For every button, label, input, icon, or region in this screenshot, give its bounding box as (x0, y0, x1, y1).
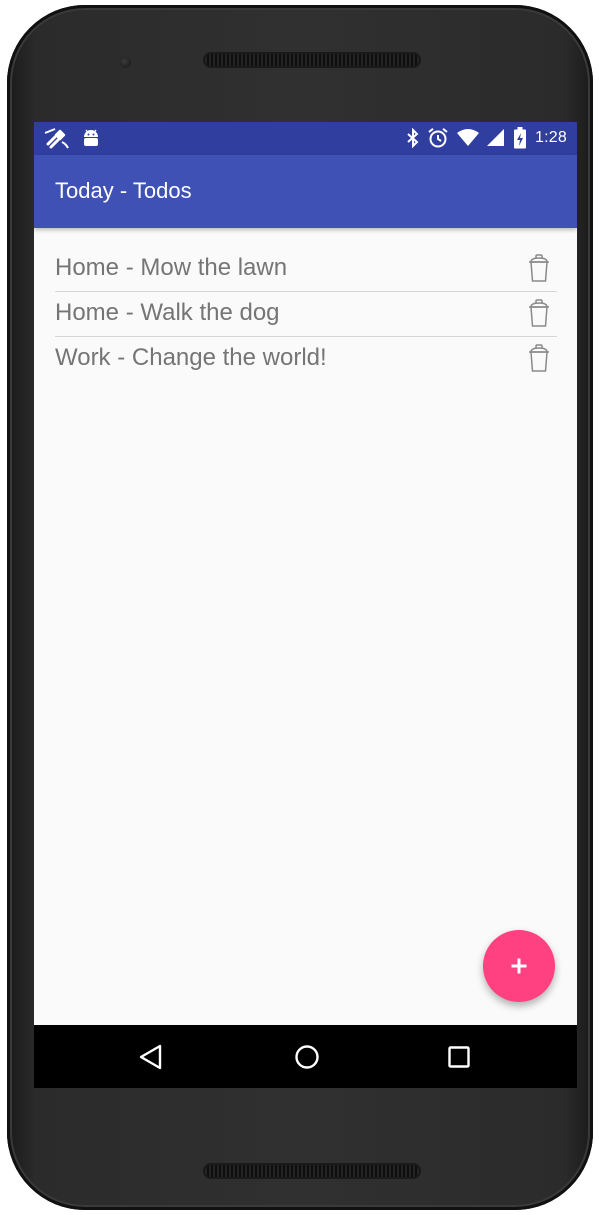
android-icon (84, 129, 98, 146)
todo-item-text: Home - Walk the dog (55, 299, 280, 326)
top-speaker-grille (203, 52, 421, 68)
todo-item[interactable]: Home - Mow the lawn (55, 247, 557, 292)
status-bar: 1:28 (34, 122, 577, 155)
trash-icon[interactable] (528, 343, 550, 373)
add-todo-button[interactable] (483, 930, 555, 1002)
home-icon[interactable] (290, 1040, 324, 1074)
trash-icon[interactable] (528, 298, 550, 328)
todo-item-text: Work - Change the world! (55, 344, 327, 371)
todo-item[interactable]: Work - Change the world! (55, 337, 557, 381)
plus-icon (511, 958, 527, 974)
todo-item-text: Home - Mow the lawn (55, 254, 288, 281)
back-icon[interactable] (135, 1040, 169, 1074)
status-clock: 1:28 (535, 129, 567, 146)
status-left-icons (44, 126, 100, 150)
status-right-icons: 1:28 (407, 126, 567, 150)
device-screen: 1:28 Today - Todos Home - Mow the lawn H… (34, 122, 577, 1088)
navigation-bar (34, 1025, 577, 1088)
page-title: Today - Todos (55, 178, 192, 203)
app-bar: Today - Todos (34, 155, 577, 228)
recents-icon[interactable] (442, 1040, 476, 1074)
todo-list: Home - Mow the lawn Home - Walk the dog … (55, 247, 557, 381)
bottom-speaker-grille (203, 1163, 421, 1179)
trash-icon[interactable] (528, 253, 550, 283)
cell-signal-icon (487, 129, 505, 146)
todo-item[interactable]: Home - Walk the dog (55, 292, 557, 337)
wifi-icon (457, 129, 480, 146)
front-camera (120, 57, 131, 68)
battery-charging-icon (514, 127, 527, 149)
bluetooth-icon (407, 128, 419, 148)
alarm-icon (428, 128, 448, 148)
fake-gps-icon (44, 128, 69, 149)
